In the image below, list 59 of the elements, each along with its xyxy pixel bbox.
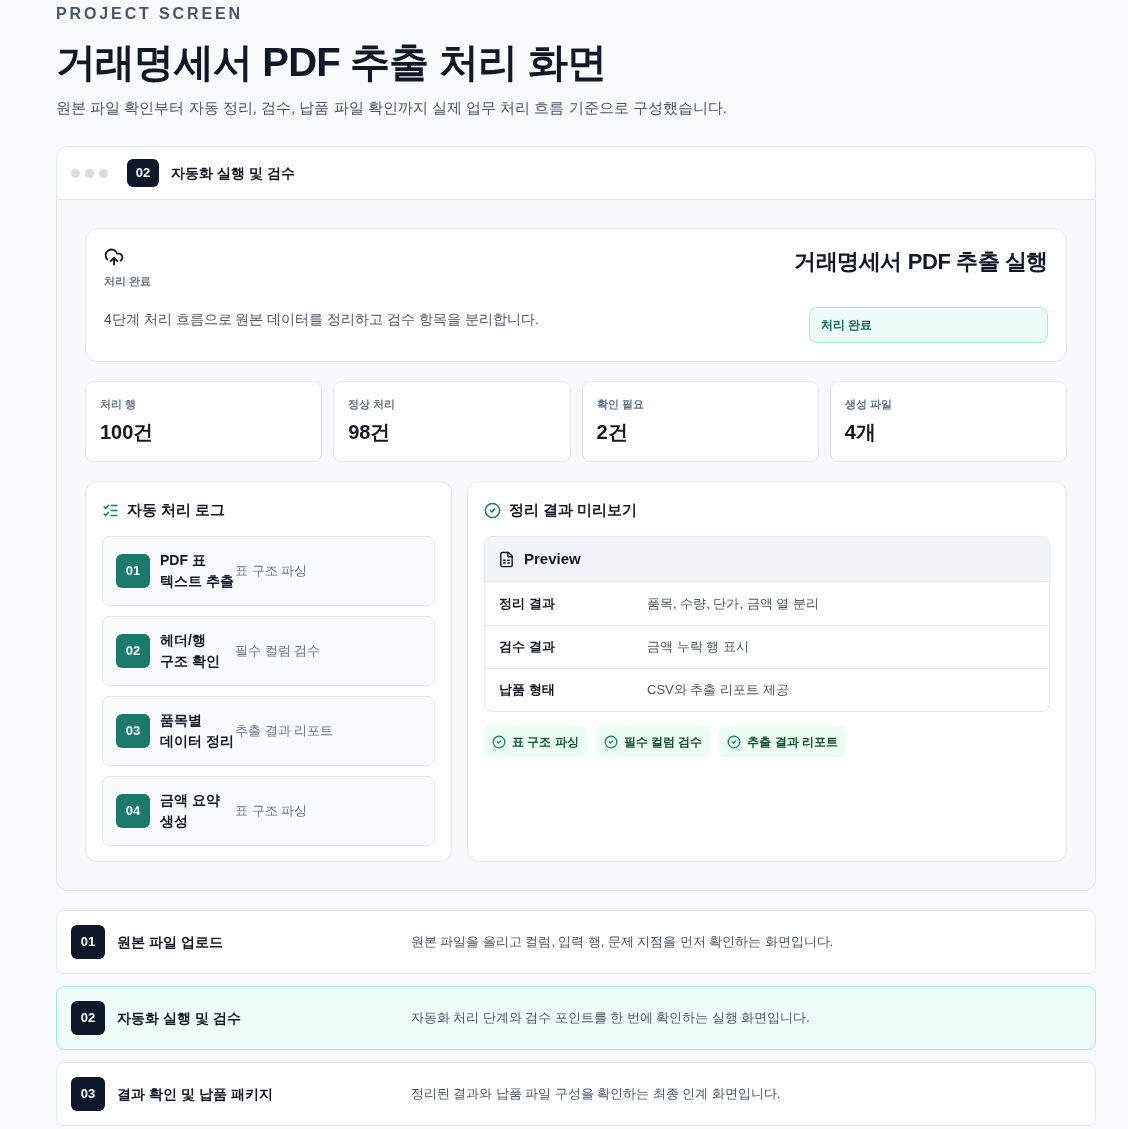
step-number-badge: 02 xyxy=(127,159,159,187)
step-title: 결과 확인 및 납품 패키지 xyxy=(117,1084,274,1104)
summary-title: 거래명세서 PDF 추출 실행 xyxy=(794,248,1048,276)
page-eyebrow: PROJECT SCREEN xyxy=(56,4,243,24)
step-number-badge: 02 xyxy=(71,1001,105,1035)
check-circle-icon xyxy=(603,734,618,749)
row-value: 품목, 수량, 단가, 금액 열 분리 xyxy=(647,594,819,613)
log-title: 자동 처리 로그 xyxy=(127,499,226,520)
stat-label: 확인 필요 xyxy=(596,397,644,412)
stat-value: 4개 xyxy=(844,420,876,445)
stat-value: 98건 xyxy=(348,420,391,445)
row-label: 검수 결과 xyxy=(499,638,556,657)
check-circle-icon xyxy=(727,734,742,749)
spreadsheet-file-icon xyxy=(498,550,515,568)
status-label: 처리 완료 xyxy=(104,274,152,289)
step-description: 표 구조 파싱 xyxy=(235,802,308,821)
step-number-badge: 01 xyxy=(116,554,150,588)
step-title: 원본 파일 업로드 xyxy=(117,932,224,952)
step-row[interactable]: 01 원본 파일 업로드 원본 파일을 올리고 컬럼, 입력 행, 문제 지점을 먼저 확인하는 화면입니다. xyxy=(56,910,1096,974)
status-banner: 처리 완료 xyxy=(809,307,1048,343)
preview-title: 정리 결과 미리보기 xyxy=(509,499,638,520)
step-number-badge: 01 xyxy=(71,925,105,959)
tag-text: 표 구조 파싱 xyxy=(512,733,579,751)
stat-value: 2건 xyxy=(596,420,628,445)
page-title: 거래명세서 PDF 추출 처리 화면 xyxy=(56,39,607,86)
stat-label: 처리 행 xyxy=(100,397,137,412)
cloud-upload-icon xyxy=(104,247,124,267)
step-title: 헤더/행 구조 확인 xyxy=(160,631,221,671)
row-value: CSV와 추출 리포트 제공 xyxy=(647,681,789,700)
step-title: PDF 표 텍스트 추출 xyxy=(160,551,235,591)
step-number-badge: 03 xyxy=(116,714,150,748)
tag-text: 필수 컬럼 검수 xyxy=(623,733,703,751)
page-subtitle: 원본 파일 확인부터 자동 정리, 검수, 납품 파일 확인까지 실제 업무 처리 흐름 기준으로 구성했습니다. xyxy=(56,98,727,118)
row-value: 금액 누락 행 표시 xyxy=(647,638,749,657)
step-number-badge: 04 xyxy=(116,794,150,828)
step-description: 표 구조 파싱 xyxy=(235,562,308,581)
check-circle-icon xyxy=(484,501,501,519)
step-description: 정리된 결과와 납품 파일 구성을 확인하는 최종 인계 화면입니다. xyxy=(411,1085,781,1103)
row-label: 납품 형태 xyxy=(499,681,556,700)
step-description: 원본 파일을 올리고 컬럼, 입력 행, 문제 지점을 먼저 확인하는 화면입니다. xyxy=(411,933,834,951)
step-number-badge: 02 xyxy=(116,634,150,668)
step-description: 추출 결과 리포트 xyxy=(235,722,334,741)
preview-header-title: Preview xyxy=(524,548,581,569)
panel-title: 자동화 실행 및 검수 xyxy=(171,163,295,183)
row-label: 정리 결과 xyxy=(499,594,556,613)
step-row[interactable]: 02 자동화 실행 및 검수 자동화 처리 단계와 검수 포인트를 한 번에 확인하는 실행 화면입니다. xyxy=(56,986,1096,1050)
step-number-badge: 03 xyxy=(71,1077,105,1111)
stat-label: 생성 파일 xyxy=(844,397,892,412)
step-title: 금액 요약 생성 xyxy=(160,791,221,831)
stat-value: 100건 xyxy=(100,420,154,445)
step-row[interactable]: 03 결과 확인 및 납품 패키지 정리된 결과와 납품 파일 구성을 확인하는 최종 인계 화면입니다. xyxy=(56,1062,1096,1126)
tag-text: 추출 결과 리포트 xyxy=(747,733,838,751)
step-description: 필수 컬럼 검수 xyxy=(235,642,321,661)
check-circle-icon xyxy=(492,734,506,749)
summary-description: 4단계 처리 흐름으로 원본 데이터를 정리하고 검수 항목을 분리합니다. xyxy=(104,310,539,329)
step-description: 자동화 처리 단계와 검수 포인트를 한 번에 확인하는 실행 화면입니다. xyxy=(411,1009,810,1027)
step-title: 품목별 데이터 정리 xyxy=(160,711,235,751)
step-title: 자동화 실행 및 검수 xyxy=(117,1008,242,1028)
stat-label: 정상 처리 xyxy=(348,397,396,412)
